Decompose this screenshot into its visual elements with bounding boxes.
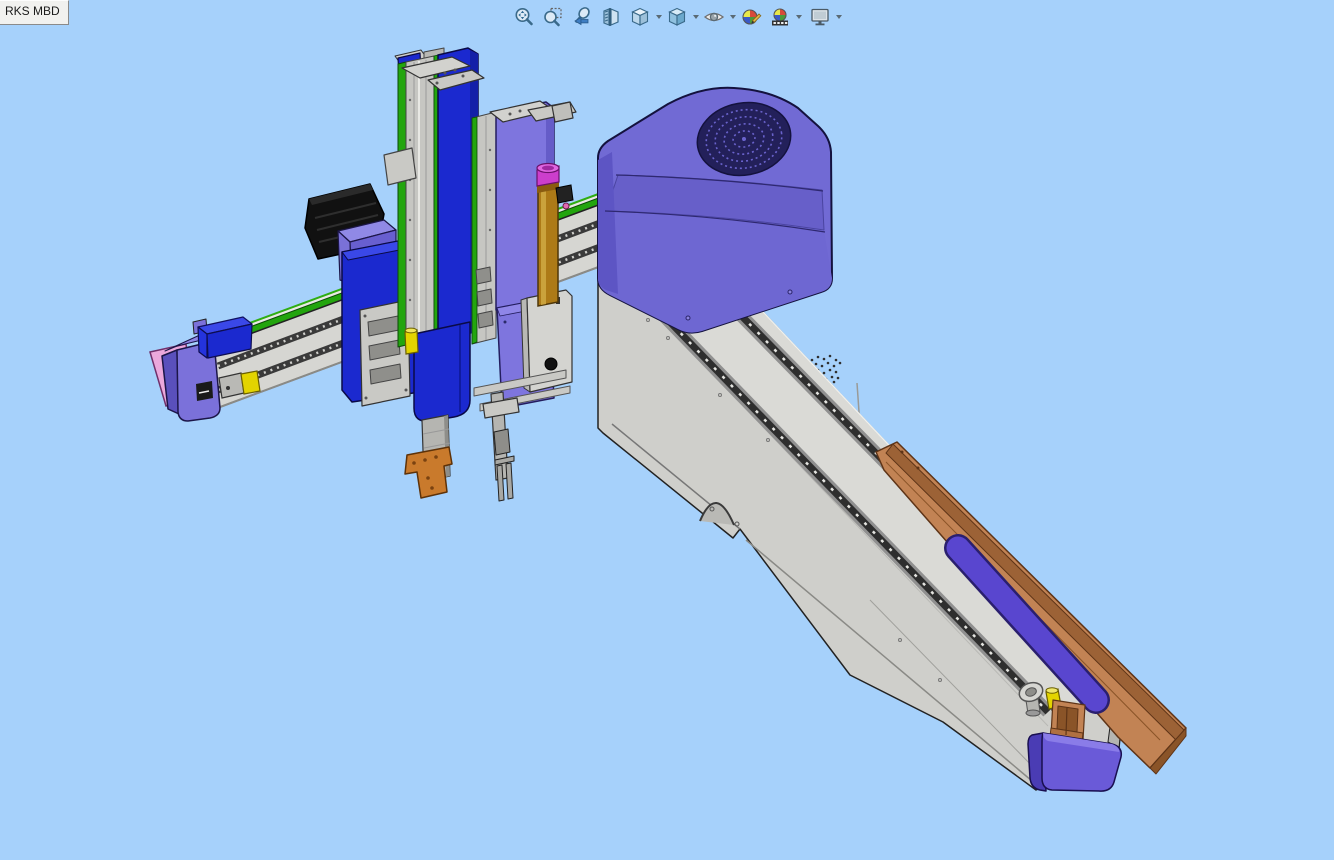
apply-scene-dropdown[interactable] xyxy=(793,5,804,29)
model-canvas[interactable] xyxy=(0,0,1334,860)
view-orientation-dropdown[interactable] xyxy=(653,5,664,29)
zoom-to-fit-button[interactable] xyxy=(511,4,537,30)
view-orientation-icon xyxy=(629,6,651,28)
apply-scene-button[interactable] xyxy=(767,4,793,30)
view-settings-dropdown[interactable] xyxy=(833,5,844,29)
section-view-button[interactable] xyxy=(598,4,624,30)
previous-view-icon xyxy=(571,6,593,28)
view-orientation-button[interactable] xyxy=(627,4,653,30)
apply-scene-icon xyxy=(769,6,791,28)
cad-viewport[interactable]: RKS MBD xyxy=(0,0,1334,860)
knob xyxy=(545,358,557,370)
edit-appearance-icon xyxy=(740,6,762,28)
edit-appearance-button[interactable] xyxy=(738,4,764,30)
view-settings-icon xyxy=(809,6,831,28)
cap-label xyxy=(196,381,213,401)
document-tab-label: RKS MBD xyxy=(5,4,60,18)
document-tab[interactable]: RKS MBD xyxy=(0,0,69,25)
hide-show-items-button[interactable] xyxy=(701,4,727,30)
display-style-button[interactable] xyxy=(664,4,690,30)
section-view-icon xyxy=(600,6,622,28)
zoom-to-area-icon xyxy=(542,6,564,28)
display-style-icon xyxy=(666,6,688,28)
motor-housing[interactable] xyxy=(598,88,832,333)
hide-show-items-icon xyxy=(703,6,725,28)
heads-up-toolbar xyxy=(511,4,844,30)
previous-view-button[interactable] xyxy=(569,4,595,30)
zoom-to-fit-icon xyxy=(513,6,535,28)
zoom-to-area-button[interactable] xyxy=(540,4,566,30)
hide-show-items-dropdown[interactable] xyxy=(727,5,738,29)
view-settings-button[interactable] xyxy=(807,4,833,30)
shock-absorber[interactable] xyxy=(405,328,418,354)
display-style-dropdown[interactable] xyxy=(690,5,701,29)
